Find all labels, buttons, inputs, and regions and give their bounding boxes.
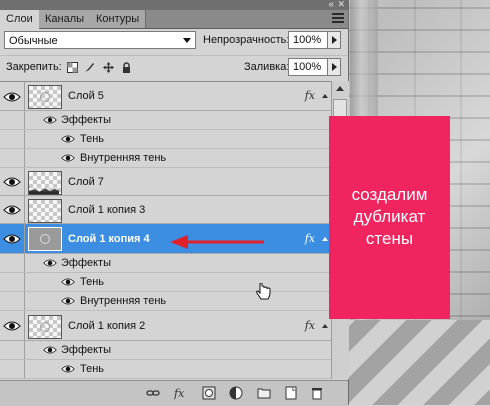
lock-row: Закрепить: Заливка: 100% xyxy=(0,55,348,80)
layer-name[interactable]: Слой 5 xyxy=(68,90,104,102)
layer-name[interactable]: Слой 1 копия 2 xyxy=(68,320,145,332)
adjustment-layer-icon[interactable] xyxy=(229,386,243,400)
fx-icon[interactable]: fx xyxy=(305,232,315,245)
layer-row-5[interactable]: Слой 5 fx xyxy=(0,82,331,111)
expand-effects-icon[interactable] xyxy=(322,237,328,241)
eye-icon[interactable] xyxy=(61,294,75,308)
effect-row-shadow[interactable]: Тень xyxy=(0,273,331,292)
layers-list: Слой 5 fx Эффекты Тень Внутренняя тень С… xyxy=(0,81,331,380)
fx-icon[interactable]: fx xyxy=(305,89,315,102)
lock-label: Закрепить: xyxy=(6,61,62,73)
layers-panel: « ✕ Слои Каналы Контуры Обычные Непрозра… xyxy=(0,0,349,406)
effect-row-shadow[interactable]: Тень xyxy=(0,130,331,149)
callout-text: создалим дубликат стены xyxy=(351,185,428,248)
eye-icon[interactable] xyxy=(61,362,75,376)
eye-icon[interactable] xyxy=(3,230,21,248)
eye-icon[interactable] xyxy=(61,132,75,146)
layer-name[interactable]: Слой 1 копия 4 xyxy=(68,233,150,245)
panel-menu-icon[interactable] xyxy=(332,13,344,25)
callout-box: создалим дубликат стены xyxy=(329,116,450,319)
expand-effects-icon[interactable] xyxy=(322,94,328,98)
layer-row-1-copy-3[interactable]: Слой 1 копия 3 xyxy=(0,196,331,224)
red-arrow-annotation xyxy=(170,235,264,249)
lock-transparency-icon[interactable] xyxy=(67,62,78,73)
svg-text:fx: fx xyxy=(174,387,185,400)
lock-position-icon[interactable] xyxy=(103,62,114,73)
eye-icon[interactable] xyxy=(3,201,21,219)
tab-channels[interactable]: Каналы xyxy=(39,10,92,28)
eye-icon[interactable] xyxy=(61,275,75,289)
effects-label: Эффекты xyxy=(61,344,112,356)
fill-input[interactable]: 100% xyxy=(288,58,328,76)
eye-icon[interactable] xyxy=(3,317,21,335)
effects-row[interactable]: Эффекты xyxy=(0,341,331,360)
layer-row-7[interactable]: Слой 7 xyxy=(0,168,331,196)
eye-icon[interactable] xyxy=(43,113,57,127)
eye-icon[interactable] xyxy=(43,343,57,357)
new-group-icon[interactable] xyxy=(257,386,271,400)
layer-row-1-copy-2[interactable]: Слой 1 копия 2 fx xyxy=(0,311,331,341)
new-layer-icon[interactable] xyxy=(284,386,298,400)
effects-row[interactable]: Эффекты xyxy=(0,111,331,130)
add-layer-style-icon[interactable]: fx xyxy=(174,386,188,400)
panel-title-strip: « ✕ xyxy=(0,0,348,10)
background-floor xyxy=(330,320,490,405)
opacity-input[interactable]: 100% xyxy=(288,31,328,49)
chevron-down-icon xyxy=(183,38,191,43)
eye-icon[interactable] xyxy=(3,88,21,106)
blend-mode-value: Обычные xyxy=(9,35,58,47)
fx-icon[interactable]: fx xyxy=(305,319,315,332)
eye-icon[interactable] xyxy=(61,151,75,165)
layer-row-1-copy-4[interactable]: Слой 1 копия 4 fx xyxy=(0,224,331,254)
opacity-label: Непрозрачность: xyxy=(203,34,290,46)
collapse-icon[interactable]: « xyxy=(328,0,334,10)
layer-thumbnail xyxy=(28,315,62,339)
effect-name: Тень xyxy=(80,133,105,145)
link-layers-icon[interactable] xyxy=(146,386,160,400)
hand-cursor-icon xyxy=(256,283,271,300)
blend-row: Обычные Непрозрачность: 100% xyxy=(0,29,348,53)
layer-thumbnail xyxy=(28,199,62,223)
delete-layer-icon[interactable] xyxy=(310,386,324,400)
layer-name[interactable]: Слой 1 копия 3 xyxy=(68,204,145,216)
lock-pixels-icon[interactable] xyxy=(84,62,95,73)
tab-paths[interactable]: Контуры xyxy=(90,10,147,28)
eye-icon[interactable] xyxy=(43,256,57,270)
opacity-slider-button[interactable] xyxy=(327,31,341,49)
effect-row-inner-shadow[interactable]: Внутренняя тень xyxy=(0,149,331,168)
add-mask-icon[interactable] xyxy=(202,386,216,400)
effects-row[interactable]: Эффекты xyxy=(0,254,331,273)
effects-label: Эффекты xyxy=(61,114,112,126)
layer-thumbnail xyxy=(28,85,62,109)
lock-all-icon[interactable] xyxy=(121,62,132,73)
effect-name: Внутренняя тень xyxy=(80,295,167,307)
effect-name: Тень xyxy=(80,363,105,375)
layer-thumbnail xyxy=(28,227,62,251)
panel-tabs: Слои Каналы Контуры xyxy=(0,10,348,29)
effect-name: Внутренняя тень xyxy=(80,152,167,164)
effect-name: Тень xyxy=(80,276,105,288)
effect-row-shadow[interactable]: Тень xyxy=(0,360,331,379)
effects-label: Эффекты xyxy=(61,257,112,269)
fill-label: Заливка: xyxy=(244,61,290,73)
tab-layers[interactable]: Слои xyxy=(0,10,40,29)
fill-slider-button[interactable] xyxy=(327,58,341,76)
layers-toolbar: fx xyxy=(0,380,348,406)
expand-effects-icon[interactable] xyxy=(322,324,328,328)
layer-thumbnail xyxy=(28,171,62,195)
blend-mode-select[interactable]: Обычные xyxy=(4,31,196,49)
layer-name[interactable]: Слой 7 xyxy=(68,176,104,188)
effect-row-inner-shadow[interactable]: Внутренняя тень xyxy=(0,292,331,311)
eye-icon[interactable] xyxy=(3,173,21,191)
close-icon[interactable]: ✕ xyxy=(337,0,345,10)
scroll-up-icon[interactable] xyxy=(336,86,344,91)
